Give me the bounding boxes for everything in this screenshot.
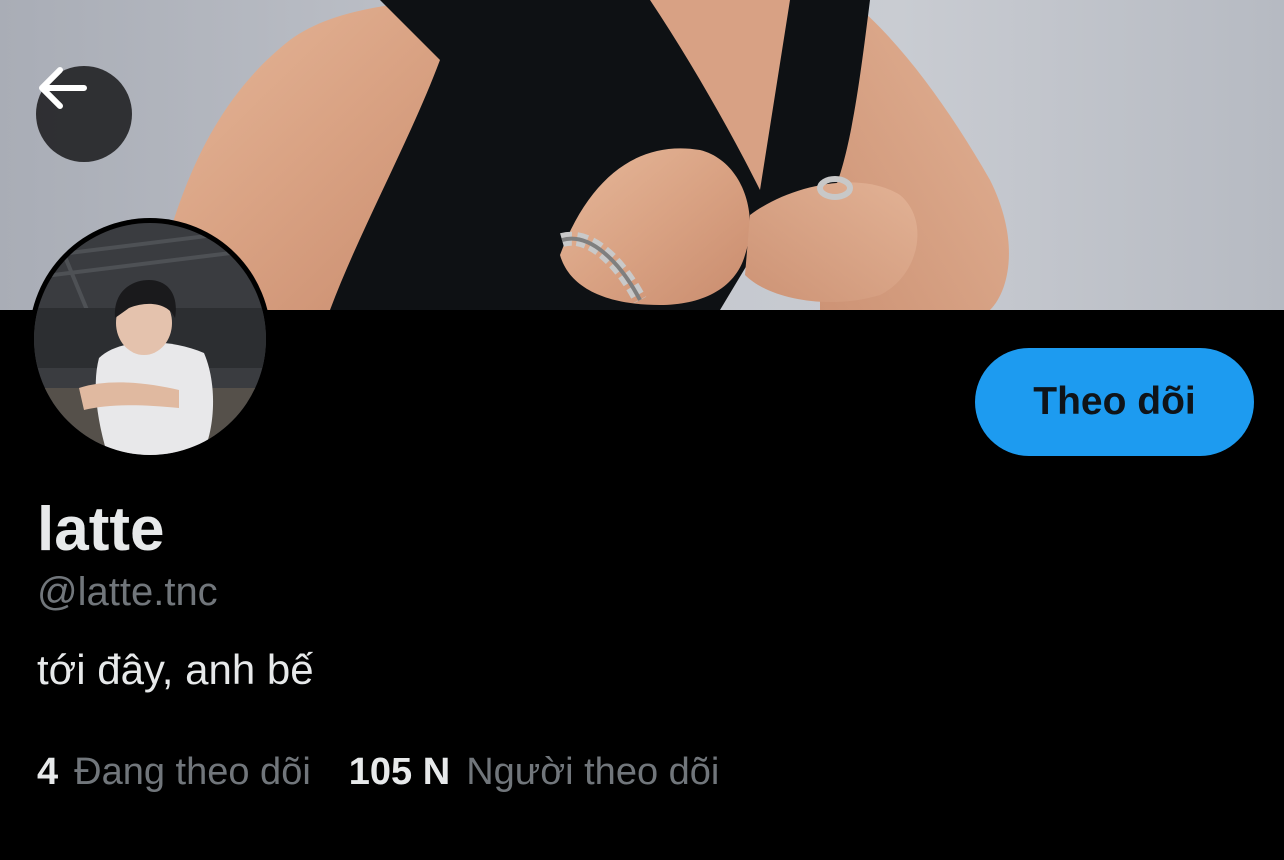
followers-link[interactable]: 105 N Người theo dõi [349,746,720,798]
profile-bio: tới đây, anh bế [37,646,314,693]
following-label: Đang theo dõi [74,751,311,793]
following-count: 4 [37,751,59,793]
following-link[interactable]: 4 Đang theo dõi [37,746,311,798]
arrow-left-icon [39,67,87,109]
profile-page: Theo dõi latte @latte.tnc tới đây, anh b… [0,0,1284,860]
avatar[interactable] [29,218,271,460]
username-handle: @latte.tnc [37,570,218,614]
follow-stats: 4 Đang theo dõi 105 N Người theo dõi [37,746,719,798]
back-button[interactable] [36,66,132,162]
followers-count: 105 N [348,751,451,793]
followers-label: Người theo dõi [466,751,720,793]
avatar-photo [34,223,266,455]
display-name: latte [37,495,165,564]
follow-button[interactable]: Theo dõi [975,348,1254,456]
